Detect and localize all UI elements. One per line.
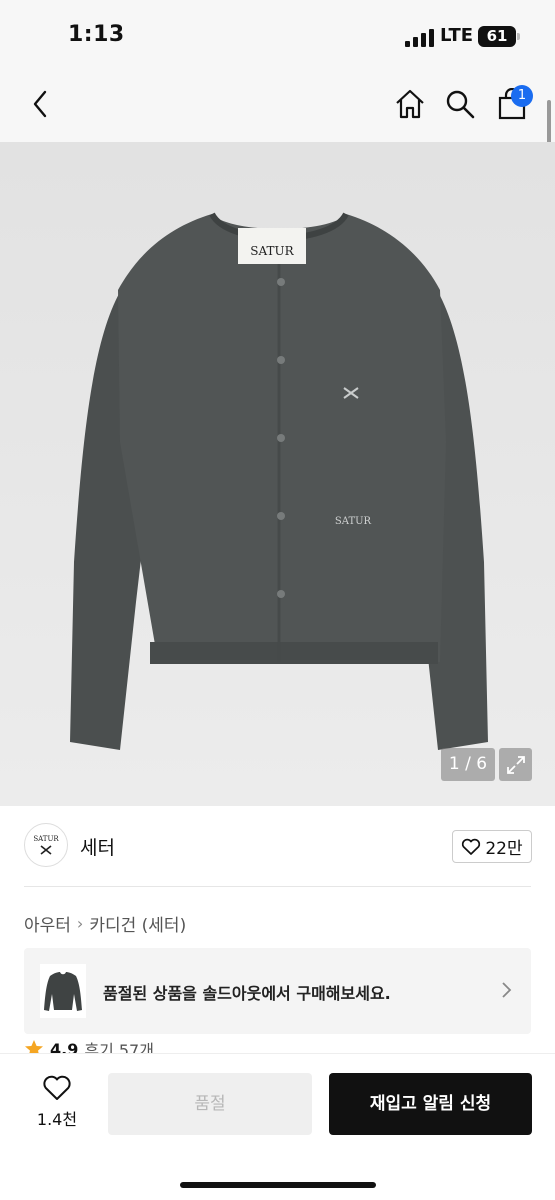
breadcrumb-item-outer[interactable]: 아우터 — [24, 911, 71, 936]
home-icon — [396, 89, 424, 119]
home-button[interactable] — [390, 84, 430, 124]
top-nav — [0, 70, 555, 142]
home-indicator — [180, 1182, 376, 1188]
chevron-right-icon — [502, 982, 512, 998]
breadcrumb-item-cardigan[interactable]: 카디건 (세터) — [89, 911, 186, 936]
back-button[interactable] — [20, 84, 60, 124]
restock-notify-button[interactable]: 재입고 알림 신청 — [329, 1073, 532, 1135]
brand-name[interactable]: 세터 — [80, 833, 115, 860]
breadcrumb: 아우터 › 카디건 (세터) — [24, 911, 186, 936]
expand-button[interactable] — [499, 748, 532, 781]
banner-text: 품절된 상품을 솔드아웃에서 구매해보세요. — [103, 984, 391, 1003]
heart-icon — [43, 1075, 71, 1100]
brand-like-button[interactable]: 22만 — [452, 830, 532, 863]
chest-logo-text: SATUR — [334, 516, 372, 527]
resale-banner[interactable]: 품절된 상품을 솔드아웃에서 구매해보세요. — [24, 948, 531, 1034]
expand-icon — [506, 755, 525, 774]
chevron-left-icon — [33, 90, 47, 118]
search-icon — [446, 90, 475, 119]
status-bar: 1:13 LTE 61 — [0, 0, 555, 70]
heart-icon — [462, 838, 481, 855]
brand-logo-mark — [40, 845, 52, 855]
brand-row: SATUR 세터 22만 — [0, 806, 555, 886]
soldout-button: 품절 — [108, 1073, 312, 1135]
image-counter: 1 / 6 — [441, 748, 495, 781]
status-time: 1:13 — [68, 22, 125, 47]
product-image-carousel[interactable]: SATUR SATUR 1 / 6 — [0, 142, 555, 806]
search-button[interactable] — [440, 84, 480, 124]
cardigan-thumbnail — [44, 972, 82, 1011]
network-type: LTE — [440, 25, 474, 46]
signal-icon — [405, 29, 435, 47]
battery-icon: 61 — [478, 26, 520, 47]
garment-label-text: SATUR — [250, 244, 294, 258]
banner-thumbnail — [40, 964, 86, 1018]
divider — [24, 886, 531, 887]
chevron-right-icon: › — [76, 914, 84, 933]
wishlist-count: 1.4천 — [36, 1110, 78, 1129]
wishlist-button[interactable]: 1.4천 — [28, 1074, 86, 1136]
brand-like-count: 22만 — [485, 839, 523, 859]
bottom-action-bar: 1.4천 품절 재입고 알림 신청 — [0, 1053, 555, 1200]
brand-logo[interactable]: SATUR — [24, 823, 68, 867]
cardigan-image — [0, 142, 555, 806]
cart-badge: 1 — [511, 85, 533, 107]
